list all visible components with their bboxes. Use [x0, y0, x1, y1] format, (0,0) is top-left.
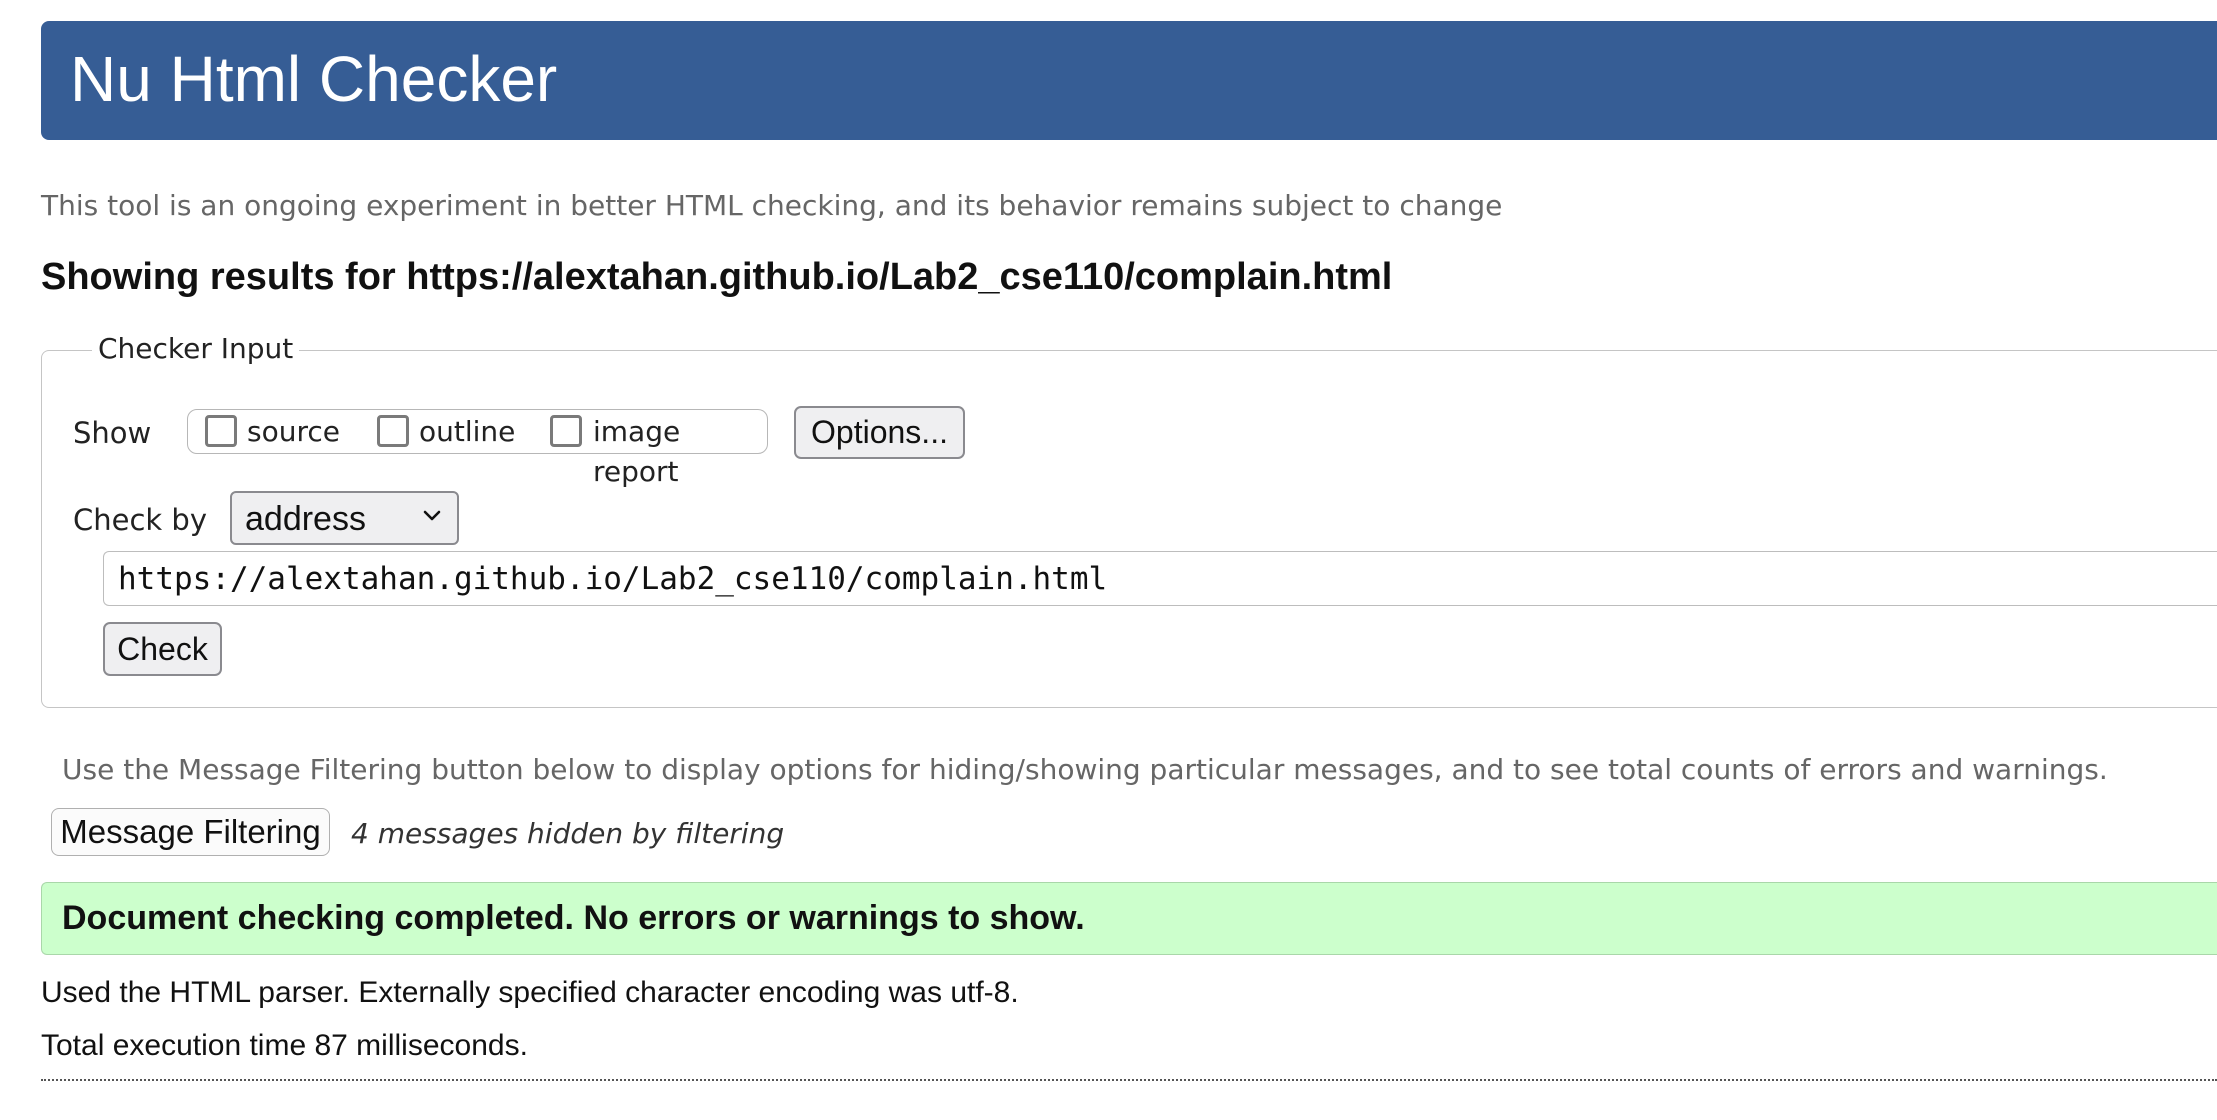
image-report-checkbox[interactable] [550, 415, 582, 447]
show-options-group: source outline image report [187, 409, 768, 488]
checker-input-fieldset: Checker Input Show source outline image … [41, 329, 2217, 708]
check-button[interactable]: Check [103, 622, 222, 676]
parser-info: Used the HTML parser. Externally specifi… [41, 976, 1019, 1009]
success-message: Document checking completed. No errors o… [62, 899, 1085, 937]
execution-time: Total execution time 87 milliseconds. [41, 1029, 528, 1062]
header-banner: Nu Html Checker [41, 21, 2217, 140]
source-checkbox[interactable] [205, 415, 237, 447]
outline-checkbox-label[interactable]: outline [419, 412, 515, 452]
success-banner: Document checking completed. No errors o… [41, 882, 2217, 955]
check-by-label: Check by [73, 503, 207, 537]
page-title: Nu Html Checker [70, 43, 558, 115]
dotted-divider [41, 1079, 2217, 1081]
image-report-checkbox-label[interactable]: image report [593, 412, 767, 492]
tagline: This tool is an ongoing experiment in be… [41, 189, 1503, 222]
results-heading: Showing results for https://alextahan.gi… [41, 256, 1393, 298]
url-input-value: https://alextahan.github.io/Lab2_cse110/… [118, 561, 1108, 597]
outline-checkbox[interactable] [377, 415, 409, 447]
options-button[interactable]: Options... [794, 406, 965, 459]
check-by-selected-value: address [245, 500, 366, 538]
chevron-down-icon [423, 510, 441, 521]
show-label: Show [73, 416, 152, 450]
url-input[interactable]: https://alextahan.github.io/Lab2_cse110/… [103, 551, 2217, 606]
message-filtering-button[interactable]: Message Filtering [51, 808, 330, 856]
checker-input-legend: Checker Input [92, 329, 300, 369]
check-by-select[interactable]: address [230, 491, 459, 545]
page: Nu Html Checker This tool is an ongoing … [0, 0, 2217, 1120]
source-checkbox-label[interactable]: source [247, 412, 340, 452]
hidden-messages-count: 4 messages hidden by filtering [351, 817, 785, 850]
filtering-info: Use the Message Filtering button below t… [62, 753, 2108, 786]
